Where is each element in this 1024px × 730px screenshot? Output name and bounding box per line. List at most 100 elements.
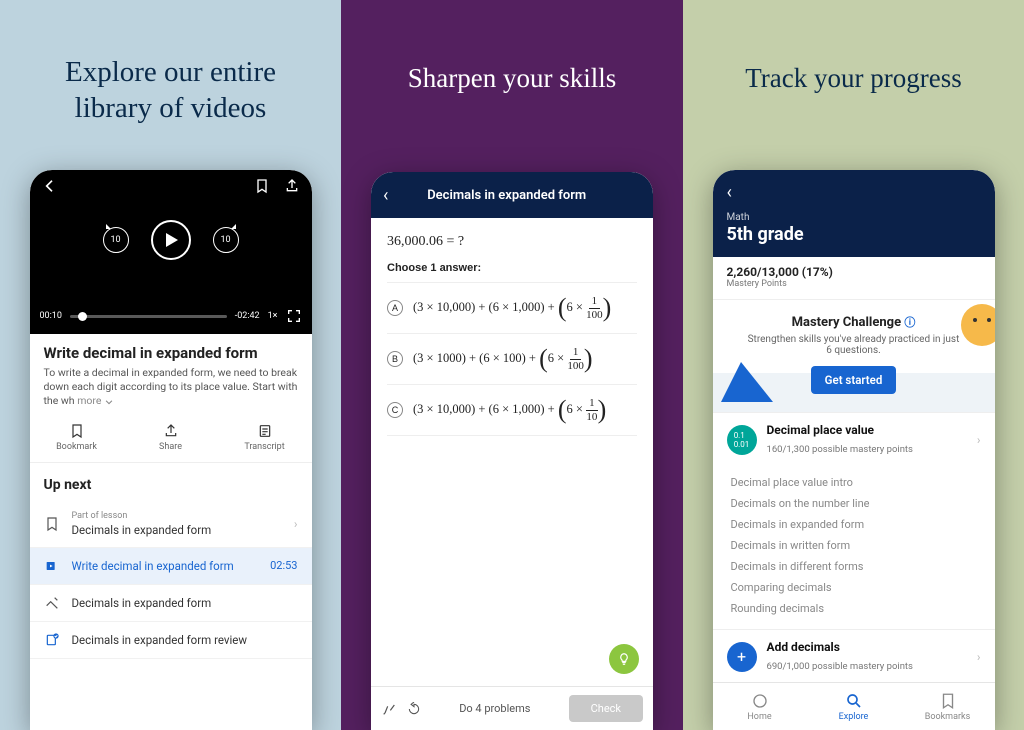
triangle-character-icon xyxy=(721,362,773,402)
choice-label: B xyxy=(387,351,403,367)
bookmark-action[interactable]: Bookmark xyxy=(30,417,124,462)
lesson-current-row[interactable]: Write decimal in expanded form 02:53 xyxy=(30,548,312,585)
course-header: ‹ Math 5th grade xyxy=(713,170,995,257)
info-icon[interactable]: ⓘ xyxy=(904,316,915,329)
lesson-row[interactable]: Decimals in expanded form xyxy=(30,585,312,622)
duration: 02:53 xyxy=(270,559,297,572)
unit-subtitle: 160/1,300 possible mastery points xyxy=(767,444,913,455)
forward-10-button[interactable]: 10 xyxy=(213,227,239,253)
phone-screen-exercise: ‹ Decimals in expanded form 36,000.06 = … xyxy=(371,172,653,730)
tab-label: Bookmarks xyxy=(925,712,970,722)
transcript-icon xyxy=(257,423,273,439)
share-icon[interactable] xyxy=(284,178,300,194)
tab-explore[interactable]: Explore xyxy=(807,683,901,730)
mastery-points: 2,260/13,000 (17%) Mastery Points xyxy=(713,257,995,300)
lesson-parent-row[interactable]: Part of lesson Decimals in expanded form… xyxy=(30,501,312,548)
video-top-right xyxy=(254,178,300,198)
share-action[interactable]: Share xyxy=(124,417,218,462)
chevron-down-icon[interactable] xyxy=(104,397,114,407)
breadcrumb: Math xyxy=(727,212,750,223)
search-icon xyxy=(845,692,863,710)
topic-item[interactable]: Decimal place value intro xyxy=(731,472,977,493)
time-remaining: -02:42 xyxy=(235,311,260,321)
row-title: Write decimal in expanded form xyxy=(72,559,259,573)
topic-item[interactable]: Decimals in expanded form xyxy=(731,514,977,535)
row-title: Decimals in expanded form xyxy=(72,523,212,537)
tab-home[interactable]: Home xyxy=(713,683,807,730)
row-title: Decimals in expanded form review xyxy=(72,633,298,647)
back-icon[interactable] xyxy=(42,178,58,194)
video-title-card: Write decimal in expanded form To write … xyxy=(30,334,312,417)
row-sublabel: Part of lesson xyxy=(72,511,282,521)
topic-item[interactable]: Rounding decimals xyxy=(731,598,977,619)
topic-item[interactable]: Comparing decimals xyxy=(731,577,977,598)
action-row: Bookmark Share Transcript xyxy=(30,417,312,463)
panel-headline: Sharpen your skills xyxy=(408,62,617,96)
fullscreen-icon[interactable] xyxy=(286,308,302,324)
bookmark-icon xyxy=(69,423,85,439)
redo-icon[interactable] xyxy=(407,702,421,716)
choice-math: (3 × 1000) + (6 × 100) + (6 × 1100) xyxy=(413,344,593,374)
answer-choice-a[interactable]: A (3 × 10,000) + (6 × 1,000) + (6 × 1100… xyxy=(387,282,637,333)
course-title: 5th grade xyxy=(727,224,981,245)
video-icon xyxy=(44,558,60,574)
scrubber-track[interactable] xyxy=(70,315,227,318)
mastery-description: Strengthen skills you've already practic… xyxy=(727,334,981,356)
exercise-footer: Do 4 problems Check xyxy=(371,686,653,730)
panel-headline: Explore our entire library of videos xyxy=(65,54,276,127)
video-player[interactable]: 10 10 00:10 -02:42 1× xyxy=(30,170,312,334)
play-button[interactable] xyxy=(151,220,191,260)
transcript-action[interactable]: Transcript xyxy=(218,417,312,462)
scrubber-thumb[interactable] xyxy=(78,312,87,321)
choice-math: (3 × 10,000) + (6 × 1,000) + (6 × 1100) xyxy=(413,293,611,323)
choice-math: (3 × 10,000) + (6 × 1,000) + (6 × 110) xyxy=(413,395,606,425)
hint-button[interactable] xyxy=(609,644,639,674)
phone-screen-videos: 10 10 00:10 -02:42 1× Write decimal in e… xyxy=(30,170,312,730)
playback-rate[interactable]: 1× xyxy=(268,311,278,321)
more-link[interactable]: more xyxy=(77,394,101,407)
topic-item[interactable]: Decimals in different forms xyxy=(731,556,977,577)
do-problems-label: Do 4 problems xyxy=(431,702,559,715)
tab-bookmarks[interactable]: Bookmarks xyxy=(901,683,995,730)
tab-label: Explore xyxy=(839,712,869,722)
exercise-header: ‹ Decimals in expanded form xyxy=(371,172,653,218)
time-current: 00:10 xyxy=(40,311,62,321)
choice-label: A xyxy=(387,300,403,316)
bookmark-icon[interactable] xyxy=(254,178,270,194)
action-label: Transcript xyxy=(244,442,284,452)
scrubber-row: 00:10 -02:42 1× xyxy=(40,308,302,324)
answer-choice-b[interactable]: B (3 × 1000) + (6 × 100) + (6 × 1100) xyxy=(387,333,637,384)
panel-skills: Sharpen your skills ‹ Decimals in expand… xyxy=(341,0,683,730)
unit-badge-icon xyxy=(727,642,757,672)
sparkle-icon[interactable] xyxy=(381,701,397,717)
topic-item[interactable]: Decimals in written form xyxy=(731,535,977,556)
video-top-bar xyxy=(30,170,312,206)
topic-list: Decimal place value intro Decimals on th… xyxy=(713,466,995,629)
action-label: Share xyxy=(159,442,182,452)
question-text: 36,000.06 = ? xyxy=(387,234,637,250)
check-button[interactable]: Check xyxy=(569,695,643,722)
unit-subtitle: 690/1,000 possible mastery points xyxy=(767,661,913,672)
exercise-icon xyxy=(44,595,60,611)
lesson-row[interactable]: Decimals in expanded form review xyxy=(30,622,312,659)
unit-row-place-value[interactable]: 0.10.01 Decimal place value 160/1,300 po… xyxy=(713,412,995,466)
back-icon[interactable]: ‹ xyxy=(727,182,981,203)
exercise-title: Decimals in expanded form xyxy=(388,188,641,203)
headline-line2: library of videos xyxy=(75,92,267,124)
get-started-button[interactable]: Get started xyxy=(811,366,897,394)
seek-amount: 10 xyxy=(110,235,120,245)
topic-item[interactable]: Decimals on the number line xyxy=(731,493,977,514)
unit-row-add-decimals[interactable]: Add decimals 690/1,000 possible mastery … xyxy=(713,629,995,683)
unit-text: Decimal place value 160/1,300 possible m… xyxy=(767,423,967,456)
points-label: Mastery Points xyxy=(727,279,981,289)
points-value: 2,260/13,000 (17%) xyxy=(727,265,981,279)
row-label: Part of lesson Decimals in expanded form xyxy=(72,511,282,537)
action-label: Bookmark xyxy=(56,442,97,452)
chevron-right-icon: › xyxy=(294,517,298,531)
bookmark-icon xyxy=(939,692,957,710)
rewind-10-button[interactable]: 10 xyxy=(103,227,129,253)
seek-amount: 10 xyxy=(220,235,230,245)
mastery-title-text: Mastery Challenge xyxy=(792,315,901,330)
article-check-icon xyxy=(44,632,60,648)
answer-choice-c[interactable]: C (3 × 10,000) + (6 × 1,000) + (6 × 110) xyxy=(387,384,637,436)
